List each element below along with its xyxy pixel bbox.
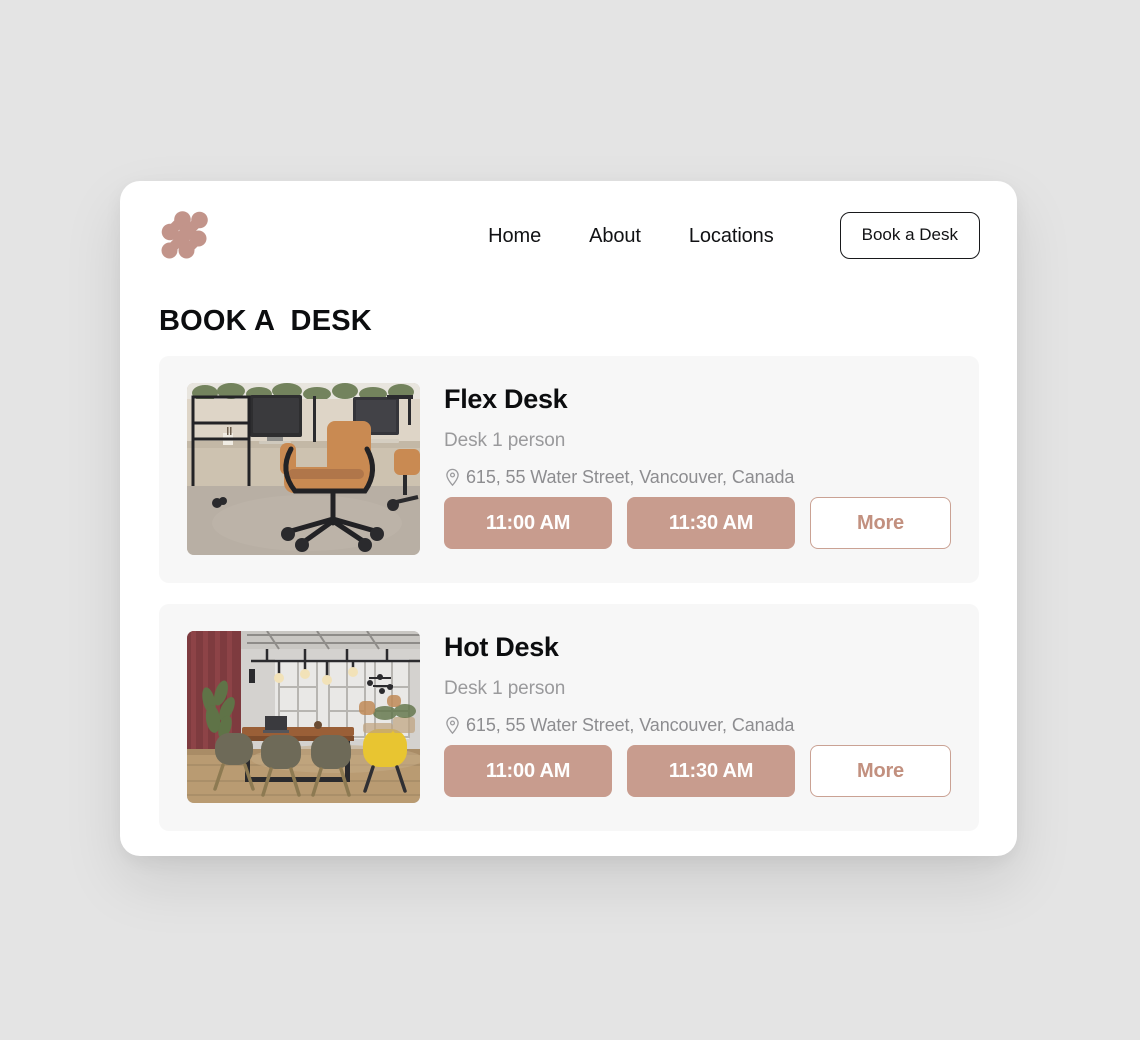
nav-item-home[interactable]: Home [464,222,565,250]
desk-thumbnail [187,631,420,803]
desk-address-text: 615, 55 Water Street, Vancouver, Canada [466,467,795,487]
desk-time-slots: 11:00 AM 11:30 AM More [444,497,951,549]
desk-capacity: Desk 1 person [444,678,566,699]
more-button[interactable]: More [810,497,951,549]
desk-title: Hot Desk [444,632,559,662]
desk-title: Flex Desk [444,384,568,414]
desk-capacity: Desk 1 person [444,430,566,451]
time-slot-button[interactable]: 11:00 AM [444,745,612,797]
nav-item-locations[interactable]: Locations [665,222,798,250]
desk-card-body: Flex Desk Desk 1 person 615, 55 Water St… [444,356,963,583]
time-slot-button[interactable]: 11:30 AM [627,745,795,797]
location-pin-icon [446,468,459,486]
location-pin-icon [446,716,459,734]
desk-card[interactable]: Hot Desk Desk 1 person 615, 55 Water Str… [159,604,979,831]
desk-list: Flex Desk Desk 1 person 615, 55 Water St… [159,356,979,852]
desk-card[interactable]: Flex Desk Desk 1 person 615, 55 Water St… [159,356,979,583]
main-nav: Home About Locations Book a Desk [464,212,980,259]
desk-time-slots: 11:00 AM 11:30 AM More [444,745,951,797]
time-slot-button[interactable]: 11:30 AM [627,497,795,549]
nav-item-about[interactable]: About [565,222,665,250]
desk-address: 615, 55 Water Street, Vancouver, Canada [444,466,794,488]
page-title: BOOK A DESK [159,305,372,337]
desk-address: 615, 55 Water Street, Vancouver, Canada [444,714,794,736]
site-header: Home About Locations Book a Desk [120,181,1017,281]
book-a-desk-button[interactable]: Book a Desk [839,212,980,259]
more-button[interactable]: More [810,745,951,797]
desk-address-text: 615, 55 Water Street, Vancouver, Canada [466,715,795,735]
desk-thumbnail [187,383,420,555]
time-slot-button[interactable]: 11:00 AM [444,497,612,549]
app-window: Home About Locations Book a Desk BOOK A … [120,181,1017,856]
brand-logo[interactable] [158,208,210,262]
desk-card-body: Hot Desk Desk 1 person 615, 55 Water Str… [444,604,963,831]
